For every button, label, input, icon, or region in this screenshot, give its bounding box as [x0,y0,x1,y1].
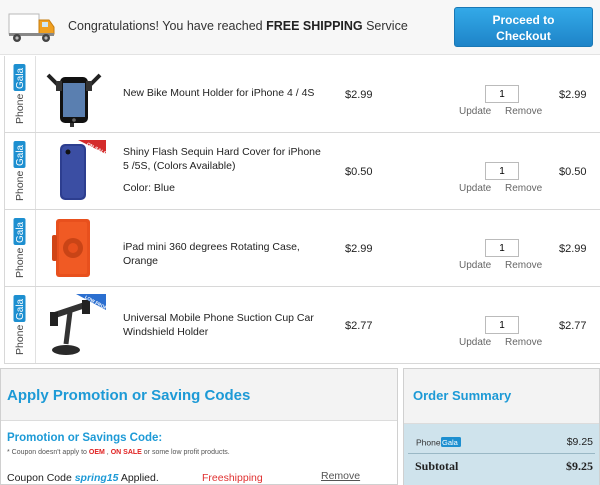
svg-text:Gala: Gala [15,67,26,89]
free-shipping-prefix: Congratulations! You have reached [68,19,267,33]
coupon-code: spring15 [74,472,119,484]
remove-coupon-link[interactable]: Remove [321,470,360,482]
phonegala-amount: $9.25 [566,436,593,448]
product-thumbnail-cell[interactable] [36,210,116,286]
remove-link[interactable]: Remove [505,337,542,348]
phonegala-brand-column: Phone Gala [5,56,36,132]
truck-icon [8,13,55,42]
svg-text:Gala: Gala [15,221,26,243]
free-shipping-message: Congratulations! You have reached FREE S… [68,19,408,33]
unit-price: $2.99 [345,243,373,255]
quantity-input[interactable] [485,316,519,334]
subtotal-amount: $9.25 [566,459,593,473]
quantity-input[interactable] [485,85,519,103]
remove-link[interactable]: Remove [505,106,542,117]
product-thumbnail-cell[interactable]: LOW PROFIT [36,287,116,363]
quantity-input[interactable] [485,162,519,180]
product-thumbnail-cell[interactable] [36,56,116,132]
checkout-label-line2: Checkout [496,29,551,43]
line-total: $2.99 [559,243,587,255]
cart-item-row: Phone Gala iPad mini 360 degrees Rotatin… [5,210,600,287]
applied-coupon: Coupon Code spring15 Applied. [7,472,159,484]
remove-link[interactable]: Remove [505,260,542,271]
product-name-text[interactable]: Shiny Flash Sequin Hard Cover for iPhone… [123,146,321,172]
cart-item-row: Phone Gala LOW PROFIT Universal Mobile P… [5,287,600,364]
cart-item-row: Phone Gala ON SALE Shiny Flash Sequin Ha… [5,133,600,210]
note-oem: OEM [88,449,105,456]
line-total: $2.99 [559,89,587,101]
cart-items-list: Phone Gala New Bike Mount Holder for iPh… [4,56,600,364]
phonegala-logo: Phone Gala [416,437,461,448]
unit-price: $2.77 [345,320,373,332]
subtotal-label: Subtotal [415,459,459,473]
product-name[interactable]: iPad mini 360 degrees Rotating Case, Ora… [123,240,323,268]
shipping-banner: Congratulations! You have reached FREE S… [0,0,600,55]
proceed-to-checkout-button[interactable]: Proceed to Checkout [454,7,593,47]
product-color: Color: Blue [123,182,175,194]
coupon-prefix: Coupon Code [7,472,75,484]
blue-sequin-case-image[interactable]: ON SALE [42,138,106,204]
checkout-label-line1: Proceed to [492,13,555,27]
coupon-restriction-note: * Coupon doesn't apply to OEM , ON SALE … [7,449,230,456]
note-prefix: * Coupon doesn't apply to [7,449,89,456]
free-shipping-highlight: FREE SHIPPING [266,19,363,33]
remove-link[interactable]: Remove [505,183,542,194]
coupon-type: Freeshipping [202,472,263,484]
phonegala-brand-column: Phone Gala [5,287,36,363]
product-name[interactable]: Universal Mobile Phone Suction Cup Car W… [123,311,323,339]
update-link[interactable]: Update [459,337,491,348]
order-summary-panel: Order Summary Phone Gala $9.25 Subtotal … [403,368,600,485]
promotion-title: Apply Promotion or Saving Codes [7,387,251,404]
svg-text:Phone: Phone [14,324,26,355]
bike-mount-holder-image[interactable] [42,61,106,127]
order-summary-body: Phone Gala $9.25 Subtotal $9.25 [404,424,599,485]
update-link[interactable]: Update [459,183,491,194]
phonegala-brand-column: Phone Gala [5,133,36,209]
phonegala-logo: Phone Gala [13,218,26,278]
svg-text:Gala: Gala [15,298,26,320]
line-total: $2.77 [559,320,587,332]
note-on-sale: ON SALE [110,449,142,456]
phonegala-logo: Phone Gala [13,141,26,201]
phonegala-logo: Phone Gala [13,64,26,124]
phonegala-brand-column: Phone Gala [5,210,36,286]
coupon-suffix: Applied. [118,472,159,484]
product-name[interactable]: Shiny Flash Sequin Hard Cover for iPhone… [123,145,323,195]
order-summary-title: Order Summary [413,388,512,403]
note-suffix: or some low profit products. [141,449,230,456]
update-link[interactable]: Update [459,106,491,117]
promotion-panel: Apply Promotion or Saving Codes Promotio… [0,368,398,485]
line-total: $0.50 [559,166,587,178]
orange-rotating-case-image[interactable] [42,215,106,281]
svg-text:Gala: Gala [15,144,26,166]
quantity-input[interactable] [485,239,519,257]
cart-item-row: Phone Gala New Bike Mount Holder for iPh… [5,56,600,133]
summary-divider [408,453,595,454]
promotion-code-label: Promotion or Savings Code: [7,432,163,444]
svg-text:Phone: Phone [14,247,26,278]
suction-cup-holder-image[interactable]: LOW PROFIT [42,292,106,358]
free-shipping-suffix: Service [362,19,408,33]
svg-text:Phone: Phone [416,438,441,448]
unit-price: $0.50 [345,166,373,178]
svg-text:Phone: Phone [14,170,26,201]
product-name[interactable]: New Bike Mount Holder for iPhone 4 / 4S [123,86,323,100]
unit-price: $2.99 [345,89,373,101]
update-link[interactable]: Update [459,260,491,271]
svg-text:Gala: Gala [442,438,459,447]
svg-text:Phone: Phone [14,93,26,124]
product-thumbnail-cell[interactable]: ON SALE [36,133,116,209]
phonegala-logo: Phone Gala [13,295,26,355]
